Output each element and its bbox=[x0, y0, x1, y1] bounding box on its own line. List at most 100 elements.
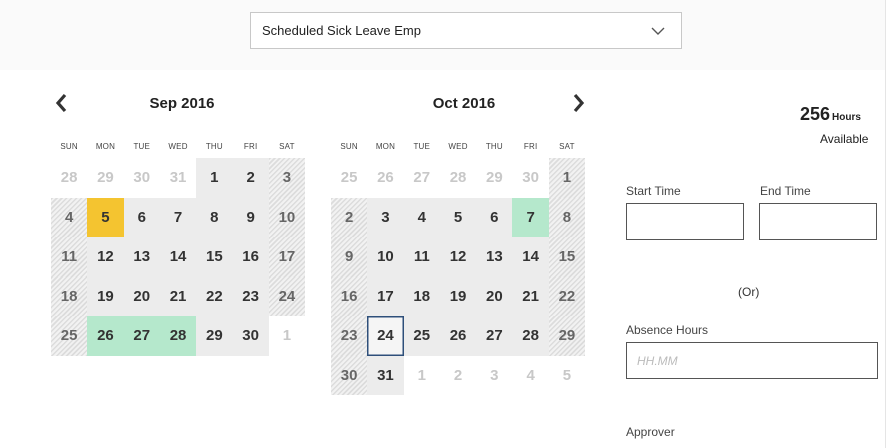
weekday-header: SAT bbox=[279, 142, 295, 151]
calendar-day[interactable]: 14 bbox=[159, 237, 197, 277]
calendar-day[interactable]: 9 bbox=[232, 197, 269, 237]
calendar-day[interactable]: 2 bbox=[232, 158, 269, 198]
calendar-day[interactable]: 1 bbox=[196, 158, 233, 198]
calendar-day[interactable]: 9 bbox=[331, 237, 368, 277]
calendar-day[interactable]: 15 bbox=[196, 237, 233, 277]
start-time-input[interactable] bbox=[626, 203, 744, 240]
calendar-day[interactable]: 12 bbox=[439, 237, 477, 277]
calendar-day[interactable]: 15 bbox=[548, 237, 586, 277]
calendar-day[interactable]: 4 bbox=[51, 197, 88, 237]
calendar-day[interactable]: 21 bbox=[512, 276, 549, 316]
or-separator: (Or) bbox=[738, 285, 760, 299]
weekday-header: FRI bbox=[523, 142, 538, 151]
calendar-day[interactable]: 18 bbox=[403, 276, 440, 316]
calendar-day[interactable]: 30 bbox=[232, 316, 269, 356]
weekday-header: TUE bbox=[133, 142, 151, 151]
calendar-day[interactable]: 29 bbox=[196, 316, 233, 356]
calendar-day[interactable]: 28 bbox=[159, 316, 197, 356]
weekday-header: SUN bbox=[60, 142, 78, 151]
calendar-day[interactable]: 17 bbox=[268, 237, 306, 277]
calendar-day[interactable]: 10 bbox=[367, 237, 404, 277]
calendar-day[interactable]: 24 bbox=[268, 276, 306, 316]
calendar-day[interactable]: 7 bbox=[512, 197, 549, 237]
calendar-day[interactable]: 6 bbox=[476, 197, 513, 237]
calendar-day[interactable]: 19 bbox=[439, 276, 477, 316]
calendar-day[interactable]: 11 bbox=[403, 237, 440, 277]
next-month-button[interactable] bbox=[568, 92, 588, 114]
calendar-day: 5 bbox=[562, 366, 572, 384]
leave-type-value: Scheduled Sick Leave Emp bbox=[262, 23, 421, 38]
calendar-day[interactable]: 16 bbox=[232, 237, 269, 277]
calendar-day: 1 bbox=[417, 366, 426, 384]
calendar-day[interactable]: 19 bbox=[87, 276, 124, 316]
calendar-day[interactable]: 29 bbox=[548, 316, 586, 356]
calendar-day[interactable]: 21 bbox=[159, 276, 197, 316]
calendar-day[interactable]: 27 bbox=[476, 316, 513, 356]
calendar-day[interactable]: 23 bbox=[331, 316, 368, 356]
calendar-day[interactable]: 6 bbox=[123, 197, 160, 237]
weekday-header: SAT bbox=[559, 142, 575, 151]
leave-type-select[interactable]: Scheduled Sick Leave Emp bbox=[250, 12, 682, 49]
chevron-down-icon bbox=[651, 27, 665, 35]
calendar-day[interactable]: 3 bbox=[367, 197, 404, 237]
start-time-label: Start Time bbox=[626, 184, 681, 198]
weekday-header: WED bbox=[448, 142, 468, 151]
weekday-header: THU bbox=[205, 142, 223, 151]
calendar-day[interactable]: 31 bbox=[367, 355, 404, 395]
calendar-day[interactable]: 22 bbox=[196, 276, 233, 316]
weekday-header: MON bbox=[375, 142, 396, 151]
calendar-day[interactable]: 13 bbox=[476, 237, 513, 277]
calendar-day[interactable]: 25 bbox=[403, 316, 440, 356]
calendar-day[interactable]: 28 bbox=[512, 316, 549, 356]
calendar-day[interactable]: 18 bbox=[51, 276, 88, 316]
calendar-day[interactable]: 17 bbox=[367, 276, 404, 316]
calendar-day[interactable]: 1 bbox=[548, 158, 586, 198]
calendar-day[interactable]: 22 bbox=[548, 276, 586, 316]
end-time-input[interactable] bbox=[759, 203, 877, 240]
calendar-day: 1 bbox=[282, 327, 292, 345]
chevron-left-icon bbox=[55, 93, 67, 113]
calendar-day[interactable]: 11 bbox=[51, 237, 88, 277]
prev-month-button[interactable] bbox=[52, 92, 72, 114]
calendar-day[interactable]: 3 bbox=[268, 158, 306, 198]
calendar-day[interactable]: 8 bbox=[196, 197, 233, 237]
calendar-day: 26 bbox=[377, 169, 394, 187]
calendar-day: 25 bbox=[340, 169, 358, 187]
calendar-day[interactable]: 4 bbox=[403, 197, 440, 237]
weekday-header: SUN bbox=[340, 142, 358, 151]
calendar-day[interactable]: 26 bbox=[439, 316, 477, 356]
calendar-day[interactable]: 14 bbox=[512, 237, 549, 277]
calendar-day[interactable]: 20 bbox=[476, 276, 513, 316]
calendar-day[interactable]: 12 bbox=[87, 237, 124, 277]
calendar-oct: SUN MON TUE WED THU FRI SAT 25 26 27 28 29 30 1 2 3 4 5 6 7… bbox=[331, 142, 586, 395]
calendar-day[interactable]: 10 bbox=[268, 197, 306, 237]
end-time-label: End Time bbox=[760, 184, 811, 198]
approver-label: Approver bbox=[626, 425, 675, 439]
calendar-day[interactable]: 20 bbox=[123, 276, 160, 316]
calendar-day[interactable]: 27 bbox=[123, 316, 160, 356]
calendar-sep: SUN MON TUE WED THU FRI SAT 28 29 30 31 1 2 3 4 5 6 7 8 9 10… bbox=[51, 142, 306, 356]
absence-hours-input[interactable] bbox=[626, 342, 878, 379]
month-title-oct: Oct 2016 bbox=[432, 95, 496, 112]
calendar-day[interactable]: 30 bbox=[331, 355, 368, 395]
calendar-day[interactable]: 16 bbox=[331, 276, 368, 316]
calendar-day[interactable]: 24 bbox=[367, 316, 404, 356]
weekday-header: WED bbox=[168, 142, 188, 151]
calendar-day[interactable]: 7 bbox=[159, 197, 197, 237]
hours-value: 256 bbox=[800, 104, 831, 124]
calendar-day: 30 bbox=[133, 169, 151, 187]
calendar-day: 2 bbox=[453, 366, 463, 384]
calendar-day[interactable]: 8 bbox=[548, 197, 586, 237]
calendar-day[interactable]: 25 bbox=[51, 316, 88, 356]
month-title-sep: Sep 2016 bbox=[149, 95, 215, 112]
calendar-day[interactable]: 26 bbox=[87, 316, 124, 356]
calendar-day[interactable]: 5 bbox=[439, 197, 477, 237]
calendar-day: 29 bbox=[97, 169, 114, 187]
calendar-day[interactable]: 5 bbox=[87, 197, 124, 237]
calendar-day[interactable]: 23 bbox=[232, 276, 269, 316]
weekday-header: TUE bbox=[413, 142, 431, 151]
weekday-header: FRI bbox=[243, 142, 258, 151]
weekday-header: THU bbox=[485, 142, 503, 151]
calendar-day[interactable]: 13 bbox=[123, 237, 160, 277]
calendar-day[interactable]: 2 bbox=[331, 197, 368, 237]
